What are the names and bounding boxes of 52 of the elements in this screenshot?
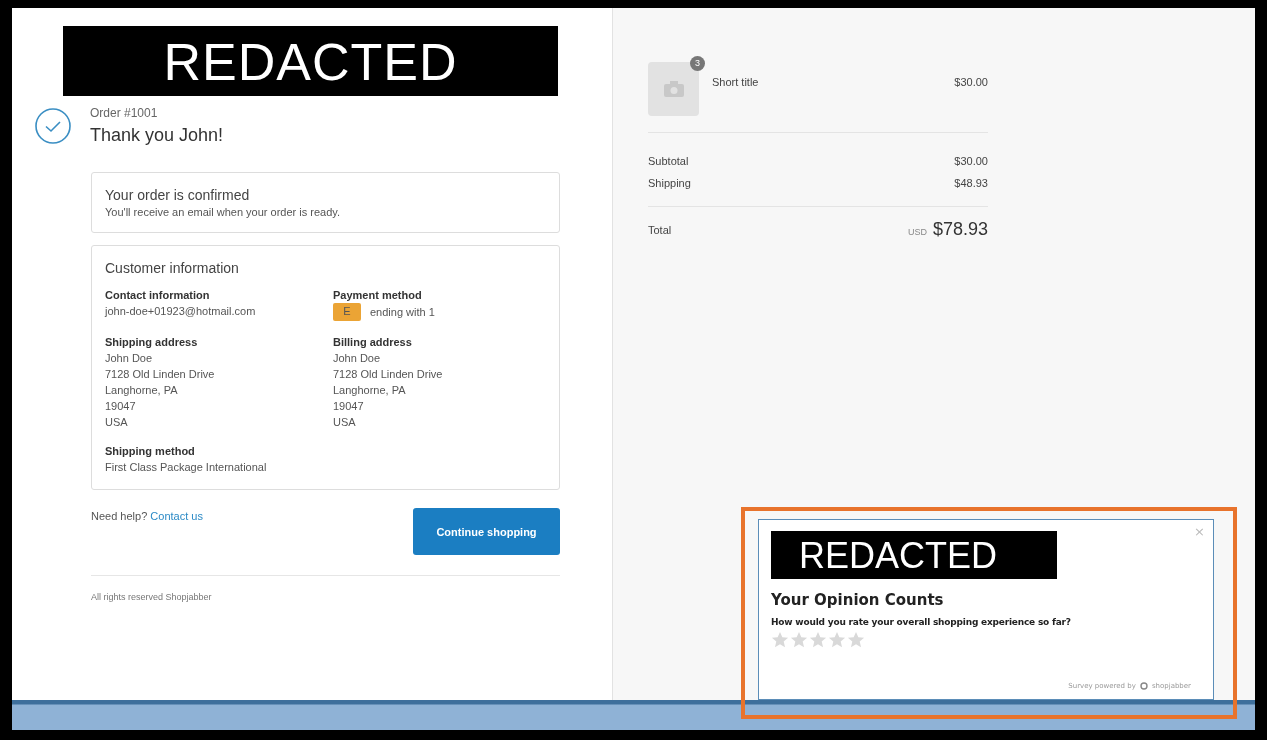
detail-text: John Doe <box>105 351 154 366</box>
summary-value: $48.93 <box>954 176 988 191</box>
detail-text: Langhorne, PA <box>105 383 179 398</box>
detail-text: First Class Package International <box>105 460 268 475</box>
detail-text: USA <box>333 415 357 430</box>
camera-icon <box>663 81 684 97</box>
help-text: Need help? Contact us <box>91 510 203 522</box>
detail-text: 7128 Old Linden Drive <box>333 367 444 382</box>
product-price: $30.00 <box>954 76 988 88</box>
footer-text: All rights reserved Shopjabber <box>91 592 213 602</box>
detail-text: 7128 Old Linden Drive <box>105 367 216 382</box>
detail-text: Langhorne, PA <box>333 383 407 398</box>
currency-code: USD <box>907 227 927 237</box>
logo-icon <box>1139 682 1148 690</box>
detail-text: 19047 <box>333 399 365 414</box>
confirmation-message: You'll receive an email when your order is ready. <box>105 206 342 218</box>
star-icon[interactable] <box>771 631 789 649</box>
contact-link[interactable]: Contact us <box>150 510 203 522</box>
detail-text: John Doe <box>333 351 382 366</box>
order-number: Order #1001 <box>90 106 159 120</box>
redaction-block: REDACTED <box>63 26 558 96</box>
checkmark-circle-icon <box>34 107 72 145</box>
summary-label: Shipping <box>648 176 691 191</box>
section-label: Contact information <box>105 288 211 303</box>
payment-text: ending with 1 <box>370 305 435 320</box>
section-label: Shipping address <box>105 335 199 350</box>
section-label: Payment method <box>333 288 423 303</box>
star-rating[interactable] <box>771 631 865 649</box>
survey-question: How would you rate your overall shopping experience so far? <box>771 617 1072 627</box>
thank-you-heading: Thank you John! <box>90 125 224 146</box>
product-title: Short title <box>712 76 760 88</box>
total-value: $78.93 <box>932 219 988 239</box>
survey-title: Your Opinion Counts <box>771 591 945 609</box>
continue-shopping-button[interactable]: Continue shopping <box>413 508 560 555</box>
summary-value: $30.00 <box>954 154 988 169</box>
card-badge: E <box>333 303 361 321</box>
total-label: Total <box>648 223 672 236</box>
section-label: Billing address <box>333 335 413 350</box>
quantity-badge: 3 <box>690 56 705 71</box>
customer-information-title: Customer information <box>105 260 240 276</box>
summary-label: Subtotal <box>648 154 689 169</box>
redaction-block: REDACTED <box>771 531 1057 579</box>
section-label: Shipping method <box>105 444 196 459</box>
confirmation-title: Your order is confirmed <box>105 187 251 203</box>
star-icon[interactable] <box>847 631 865 649</box>
star-icon[interactable] <box>790 631 808 649</box>
detail-text: john-doe+01923@hotmail.com <box>105 304 257 319</box>
close-button[interactable]: × <box>1194 524 1205 539</box>
detail-text: USA <box>105 415 129 430</box>
detail-text: 19047 <box>105 399 137 414</box>
star-icon[interactable] <box>809 631 827 649</box>
star-icon[interactable] <box>828 631 846 649</box>
